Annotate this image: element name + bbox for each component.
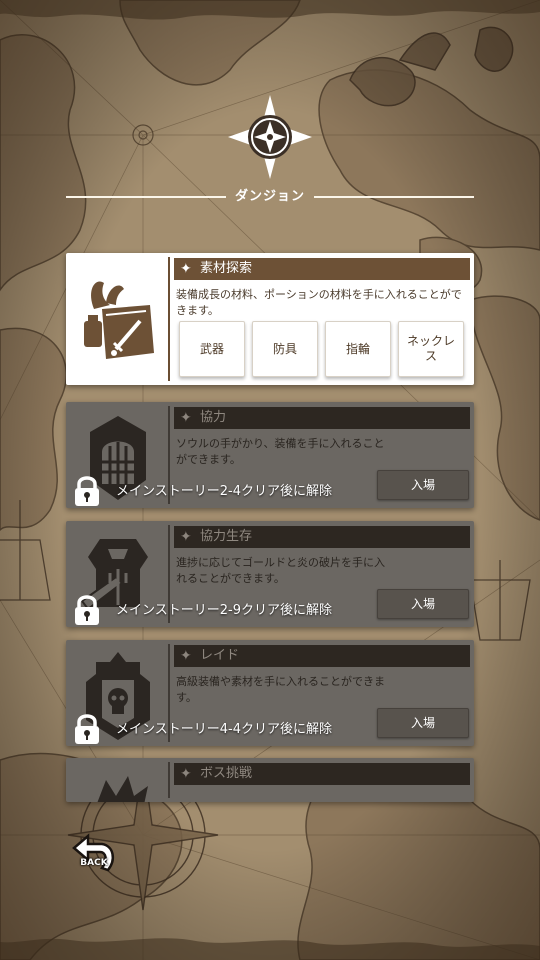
sparkle-icon: ✦ (180, 648, 192, 664)
ring-button[interactable]: 指輪 (325, 321, 391, 377)
card-description: 装備成長の材料、ポーションの材料を手に入れることができます。 (176, 288, 462, 317)
enter-button[interactable]: 入場 (377, 470, 469, 500)
armor-button[interactable]: 防具 (252, 321, 318, 377)
card-header: ✦ ボス挑戦 (174, 763, 470, 785)
card-divider (168, 257, 170, 381)
card-header: ✦ 素材探索 (174, 258, 470, 280)
card-icon-area (66, 253, 170, 385)
sparkle-icon: ✦ (180, 766, 192, 782)
padlock-icon (75, 714, 99, 744)
unlock-condition: メインストーリー2-4クリア後に解除 (116, 484, 332, 499)
card-title: 協力 (200, 410, 227, 425)
dungeon-card-boss: ✦ ボス挑戦 (66, 758, 474, 802)
card-divider (168, 762, 170, 798)
card-header: ✦ 協力 (174, 407, 470, 429)
dungeon-card-raid: ✦ レイド 高級装備や素材を手に入れることができます。 入場 メインストーリー4… (66, 640, 474, 746)
back-button-label[interactable]: BACK (76, 858, 112, 868)
compass-emblem-icon (228, 95, 312, 179)
enter-button[interactable]: 入場 (377, 589, 469, 619)
unlock-condition: メインストーリー4-4クリア後に解除 (116, 722, 332, 737)
materials-book-sword-icon (84, 281, 154, 359)
card-title: レイド (200, 648, 240, 663)
padlock-icon (75, 476, 99, 506)
card-description: 高級装備や素材を手に入れることができます。 (176, 675, 385, 704)
dragon-boss-icon (97, 776, 148, 802)
sparkle-icon: ✦ (180, 261, 192, 277)
necklace-button[interactable]: ネックレス (398, 321, 464, 377)
card-header: ✦ レイド (174, 645, 470, 667)
dungeon-card-coop-survival: ✦ 協力生存 進捗に応じてゴールドと炎の破片を手に入れることができます。 入場 … (66, 521, 474, 627)
sparkle-icon: ✦ (180, 410, 192, 426)
card-description: 進捗に応じてゴールドと炎の破片を手に入れることができます。 (176, 556, 385, 585)
card-title: ボス挑戦 (200, 766, 253, 781)
card-icon-area (66, 758, 170, 802)
unlock-condition: メインストーリー2-9クリア後に解除 (116, 603, 332, 618)
card-title: 素材探索 (200, 261, 253, 276)
title-divider-right (314, 196, 474, 198)
padlock-icon (75, 595, 99, 625)
card-header: ✦ 協力生存 (174, 526, 470, 548)
card-title: 協力生存 (200, 529, 253, 544)
dungeon-card-coop: ✦ 協力 ソウルの手がかり、装備を手に入れることができます。 入場 メインストー… (66, 402, 474, 508)
weapon-button[interactable]: 武器 (179, 321, 245, 377)
back-arrow-icon[interactable] (68, 830, 122, 876)
card-description: ソウルの手がかり、装備を手に入れることができます。 (176, 437, 385, 466)
sparkle-icon: ✦ (180, 529, 192, 545)
dungeon-card-materials: ✦ 素材探索 装備成長の材料、ポーションの材料を手に入れることができます。 武器… (66, 253, 474, 385)
enter-button[interactable]: 入場 (377, 708, 469, 738)
